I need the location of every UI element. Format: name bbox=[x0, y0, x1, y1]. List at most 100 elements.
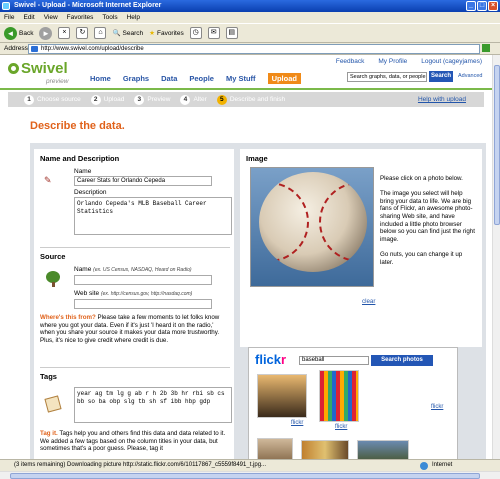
vertical-scrollbar[interactable] bbox=[492, 55, 500, 459]
step-preview[interactable]: 3 Preview bbox=[134, 94, 170, 105]
page-icon bbox=[31, 46, 38, 52]
flickr-thumb-6[interactable] bbox=[357, 440, 409, 459]
nav-home[interactable]: Home bbox=[90, 74, 111, 84]
go-arrow-icon bbox=[482, 44, 490, 53]
minimize-button[interactable]: _ bbox=[466, 1, 476, 11]
tag-icon bbox=[44, 395, 62, 413]
tags-heading: Tags bbox=[40, 372, 57, 381]
image-instruction-1: Please click on a photo below. bbox=[380, 175, 463, 182]
flickr-link-2[interactable]: flickr bbox=[335, 424, 347, 430]
source-name-label: Name (ex. US Census, NASDAQ, Heard on Ra… bbox=[74, 266, 192, 273]
nav-data[interactable]: Data bbox=[161, 74, 177, 84]
scroll-thumb[interactable] bbox=[494, 65, 500, 225]
flickr-thumb-4[interactable] bbox=[257, 438, 293, 459]
refresh-icon[interactable]: ↻ bbox=[76, 27, 89, 39]
feedback-link[interactable]: Feedback bbox=[336, 58, 365, 65]
flickr-search-button[interactable]: Search photos bbox=[371, 355, 433, 366]
window-title-bar[interactable]: Swivel - Upload - Microsoft Internet Exp… bbox=[0, 0, 500, 12]
menu-bar: File Edit View Favorites Tools Help bbox=[0, 12, 500, 23]
flickr-logo: flickr bbox=[255, 352, 287, 367]
source-help-text: Where's this from? Please take a few mom… bbox=[40, 314, 220, 344]
source-heading: Source bbox=[40, 252, 66, 261]
page-title: Describe the data. bbox=[30, 120, 125, 132]
menu-view[interactable]: View bbox=[44, 12, 58, 23]
logout-link[interactable]: Logout (cageyjames) bbox=[421, 58, 482, 65]
flickr-search-input[interactable]: baseball bbox=[299, 356, 369, 365]
address-input[interactable]: http://www.swivel.com/upload/describe bbox=[28, 44, 480, 54]
go-button[interactable]: Go bbox=[482, 44, 496, 62]
flickr-thumb-5[interactable] bbox=[301, 440, 349, 459]
source-name-input[interactable] bbox=[74, 275, 212, 285]
ie-app-icon bbox=[2, 2, 10, 10]
selected-image[interactable]: clear bbox=[250, 167, 375, 305]
flickr-thumb-1[interactable] bbox=[257, 374, 307, 418]
ball-seam-left bbox=[259, 182, 309, 262]
source-site-hint: (ex. http://census.gov, http://nasdaq.co… bbox=[100, 291, 193, 297]
star-icon: ★ bbox=[149, 30, 155, 37]
step-describe-and-finish[interactable]: 5 Describe and finish bbox=[216, 94, 285, 105]
forward-arrow-icon: ► bbox=[39, 26, 53, 40]
horizontal-scroll-thumb[interactable] bbox=[10, 473, 480, 479]
image-instruction-2: The image you select will help bring you… bbox=[380, 190, 475, 243]
forward-button[interactable]: ► bbox=[39, 26, 53, 40]
nav-my-stuff[interactable]: My Stuff bbox=[226, 74, 256, 84]
back-arrow-icon: ◄ bbox=[4, 26, 17, 40]
swivel-logo[interactable]: Swivel bbox=[8, 60, 68, 77]
favorites-button[interactable]: ★ Favorites bbox=[149, 29, 184, 38]
stop-icon[interactable]: × bbox=[58, 27, 71, 39]
tags-textarea[interactable]: year ag tm lg g ab r h 2b 3b hr rbi sb c… bbox=[74, 387, 232, 423]
history-icon[interactable]: ◷ bbox=[189, 27, 202, 39]
name-input[interactable]: Career Stats for Orlando Cepeda bbox=[74, 176, 212, 186]
close-button[interactable]: × bbox=[488, 1, 498, 11]
search-icon: 🔍 bbox=[112, 30, 121, 37]
source-site-label: Web site (ex. http://census.gov, http://… bbox=[74, 290, 193, 297]
print-icon[interactable]: ▤ bbox=[225, 27, 238, 39]
source-site-input[interactable] bbox=[74, 299, 212, 309]
maximize-button[interactable]: □ bbox=[477, 1, 487, 11]
nav-graphs[interactable]: Graphs bbox=[123, 74, 149, 84]
status-text: (3 items remaining) Downloading picture … bbox=[14, 462, 267, 468]
search-button[interactable]: 🔍 Search bbox=[112, 29, 143, 38]
flickr-link-1[interactable]: flickr bbox=[291, 420, 303, 426]
upload-steps: 1 Choose source 2 Upload 3 Preview 4 Alter 5… bbox=[8, 92, 484, 107]
step-upload[interactable]: 2 Upload bbox=[90, 94, 124, 105]
step-choose-source[interactable]: 1 Choose source bbox=[24, 94, 81, 105]
site-search-button[interactable]: Search bbox=[429, 71, 453, 82]
section-divider bbox=[40, 247, 230, 248]
help-with-upload-link[interactable]: Help with upload bbox=[418, 96, 466, 103]
left-card: Name and Description ✎ Name Career Stats… bbox=[34, 149, 234, 459]
my-profile-link[interactable]: My Profile bbox=[378, 58, 407, 65]
image-heading: Image bbox=[246, 154, 268, 163]
nav-people[interactable]: People bbox=[189, 74, 214, 84]
tags-help-text: Tag it. Tags help you and others find th… bbox=[40, 430, 226, 453]
internet-zone-icon bbox=[420, 462, 428, 470]
address-label: Address bbox=[4, 45, 28, 52]
back-button[interactable]: ◄ Back bbox=[4, 26, 33, 40]
clear-image-link[interactable]: clear bbox=[362, 298, 375, 305]
header-divider bbox=[0, 88, 492, 90]
step-alter[interactable]: 4 Alter bbox=[180, 94, 207, 105]
ball-seam-right bbox=[319, 182, 367, 262]
description-textarea[interactable]: Orlando Cepeda's MLB Baseball Career Sta… bbox=[74, 197, 232, 235]
image-instruction-3: Go nuts, you can change it up later. bbox=[380, 250, 463, 266]
nav-upload[interactable]: Upload bbox=[267, 73, 301, 84]
security-zone: Internet bbox=[432, 462, 453, 468]
page-content: Swivel preview Feedback My Profile Logou… bbox=[0, 55, 492, 459]
flickr-thumb-2[interactable] bbox=[319, 370, 359, 422]
menu-help[interactable]: Help bbox=[127, 12, 140, 23]
menu-edit[interactable]: Edit bbox=[23, 12, 34, 23]
baseball-photo bbox=[259, 172, 367, 272]
flickr-browser: flickr baseball Search photos flickr fli… bbox=[248, 347, 458, 459]
menu-file[interactable]: File bbox=[4, 12, 14, 23]
flickr-link-3[interactable]: flickr bbox=[431, 404, 443, 410]
section-divider bbox=[40, 367, 230, 368]
site-search-input[interactable]: Search graphs, data, or people bbox=[347, 72, 427, 82]
menu-tools[interactable]: Tools bbox=[102, 12, 117, 23]
advanced-search-link[interactable]: Advanced bbox=[458, 73, 482, 79]
mail-icon[interactable]: ✉ bbox=[207, 27, 220, 39]
window-title: Swivel - Upload - Microsoft Internet Exp… bbox=[14, 2, 162, 9]
description-label: Description bbox=[74, 189, 107, 196]
menu-favorites[interactable]: Favorites bbox=[67, 12, 94, 23]
flickr-thumb-3-empty bbox=[369, 374, 453, 422]
home-icon[interactable]: ⌂ bbox=[94, 27, 107, 39]
